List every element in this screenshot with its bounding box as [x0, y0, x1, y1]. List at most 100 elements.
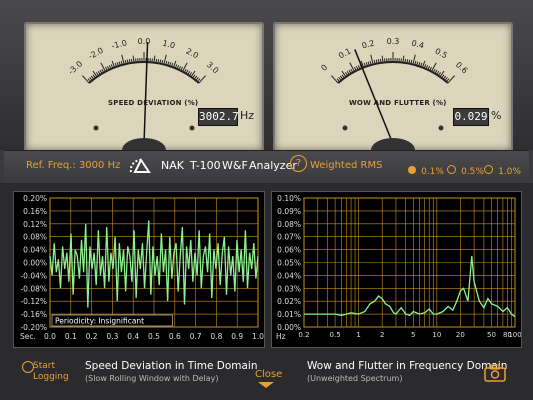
- scale-tick: [128, 59, 131, 64]
- close-button[interactable]: Close: [255, 369, 282, 380]
- y-tick-label: 0.05%: [277, 259, 301, 268]
- scale-tick: [339, 75, 344, 80]
- radio-selected-icon: [408, 165, 416, 174]
- y-tick-label: -0.20%: [20, 323, 47, 332]
- scale-label: 0.5: [433, 47, 448, 61]
- scale-tick: [130, 58, 133, 63]
- camera-icon[interactable]: [484, 364, 506, 386]
- y-tick-label: 0.04%: [23, 246, 47, 255]
- time-chart-title: Speed Deviation in Time Domain: [85, 360, 258, 372]
- time-chart-subtitle: (Slow Rolling Window with Delay): [85, 374, 219, 383]
- range-1-0-label: 1.0%: [498, 167, 521, 177]
- y-tick-label: 0.08%: [23, 233, 47, 242]
- scale-tick: [341, 74, 345, 79]
- speed-deviation-meter: -3.0 -2.0 -1.0 0.0 1.0 2.0 3.0 SPEED DEVIATION…: [24, 22, 264, 152]
- scale-tick: [195, 77, 199, 81]
- x-tick-label: 0.1: [65, 332, 77, 341]
- scale-label: 0.0: [138, 37, 151, 46]
- range-0-5-label: 0.5%: [461, 167, 484, 177]
- nak-logo-icon: [127, 154, 155, 180]
- radio-unselected-icon: [447, 165, 456, 174]
- chevron-down-icon[interactable]: [258, 382, 274, 388]
- x-axis-label: Sec.: [20, 332, 36, 341]
- time-domain-plot: 0.20% 0.16% 0.12% 0.08% 0.04% 0.00% -0.04% -0.0…: [20, 194, 264, 341]
- x-tick-label: 0.9: [231, 332, 243, 341]
- y-tick-label: 0.07%: [277, 233, 301, 242]
- range-0-1-radio[interactable]: 0.1%: [408, 159, 444, 178]
- scale-label: 0.3: [387, 37, 400, 46]
- scale-tick: [182, 62, 188, 72]
- start-logging-line2[interactable]: Logging: [33, 372, 69, 382]
- scale-label: -3.0: [67, 59, 85, 76]
- y-tick-label: 0.00%: [23, 259, 47, 268]
- scale-tick: [336, 78, 341, 83]
- scale-tick: [100, 62, 106, 72]
- scale-tick: [89, 77, 93, 81]
- x-tick-label: 0.5: [148, 332, 160, 341]
- x-tick-label: 2: [380, 331, 384, 339]
- x-tick-label: 0.7: [190, 332, 202, 341]
- scale-tick: [377, 59, 380, 64]
- speed-unit: Hz: [240, 109, 255, 122]
- control-bar: Ref. Freq.: 3000 Hz NAK T-100 W&F Analyz…: [4, 150, 529, 183]
- freq-chart-title: Wow and Flutter in Frequency Domain: [307, 360, 508, 372]
- y-tick-label: 0.00%: [277, 323, 301, 332]
- y-tick-label: -0.16%: [20, 310, 47, 319]
- scale-tick: [87, 78, 92, 83]
- screw: [189, 125, 195, 131]
- scale-tick: [442, 75, 447, 80]
- x-tick-label: 0.8: [210, 332, 222, 341]
- y-tick-label: 0.20%: [23, 194, 47, 203]
- y-tick-label: 0.09%: [277, 207, 301, 216]
- scale-tick: [92, 74, 96, 79]
- scale-tick: [155, 58, 158, 63]
- scale-tick: [381, 55, 384, 63]
- time-domain-chart: 0.20% 0.16% 0.12% 0.08% 0.04% 0.00% -0.04% -0.0…: [13, 191, 265, 348]
- radio-unselected-icon: [484, 165, 493, 174]
- scale-tick: [431, 62, 437, 72]
- screw: [342, 125, 348, 131]
- wow-scale: 0 0.1 0.2 0.3 0.4 0.5 0.6: [320, 37, 469, 150]
- x-tick-label: 10: [432, 331, 441, 339]
- range-0-5-radio[interactable]: 0.5%: [447, 159, 484, 178]
- frequency-domain-chart: 0.10% 0.09% 0.08% 0.07% 0.06% 0.05% 0.04% 0.03%…: [271, 191, 522, 348]
- scale-tick: [444, 77, 448, 81]
- data-series: [304, 255, 516, 318]
- x-tick-label: 0.6: [169, 332, 181, 341]
- y-tick-label: 0.16%: [23, 207, 47, 216]
- help-button[interactable]: ?: [290, 155, 307, 172]
- scale-tick: [404, 58, 407, 63]
- scale-label: 2.0: [184, 47, 199, 61]
- scale-tick: [192, 74, 196, 79]
- start-logging-line1[interactable]: Start: [33, 361, 55, 371]
- x-tick-label: 1: [356, 331, 360, 339]
- range-1-0-radio[interactable]: 1.0%: [484, 159, 521, 178]
- x-tick-label: 5: [411, 331, 415, 339]
- needle: [143, 42, 149, 145]
- scale-tick: [90, 75, 95, 80]
- x-tick-label: 20: [456, 331, 465, 339]
- y-tick-label: 0.08%: [277, 220, 301, 229]
- y-tick-label: 0.10%: [277, 194, 301, 203]
- ref-frequency: Ref. Freq.: 3000 Hz: [26, 160, 121, 171]
- y-tick-label: 0.04%: [277, 271, 301, 280]
- wow-unit: %: [491, 109, 502, 122]
- scale-tick: [132, 55, 135, 63]
- wow-flutter-meter: 0 0.1 0.2 0.3 0.4 0.5 0.6 WOW AND FLUTTER (%) …: [273, 22, 513, 152]
- screw: [438, 125, 444, 131]
- y-tick-label: 0.06%: [277, 246, 301, 255]
- x-tick-label: 1.0: [252, 332, 264, 341]
- scale-label: 0.1: [337, 47, 352, 61]
- range-0-1-label: 0.1%: [421, 167, 444, 177]
- needle-hub: [371, 138, 415, 150]
- scale-tick: [157, 59, 160, 64]
- speed-readout: 3002.7: [198, 108, 239, 126]
- scale-tick: [153, 55, 156, 63]
- scale-tick: [406, 59, 409, 64]
- scale-arc: [337, 61, 449, 84]
- scale-label: 3.0: [205, 60, 220, 75]
- scale-label: 0.4: [411, 39, 426, 51]
- x-tick-label: 0.2: [298, 331, 309, 339]
- weighted-rms-label: Weighted RMS: [310, 160, 383, 171]
- scale-tick: [338, 77, 342, 81]
